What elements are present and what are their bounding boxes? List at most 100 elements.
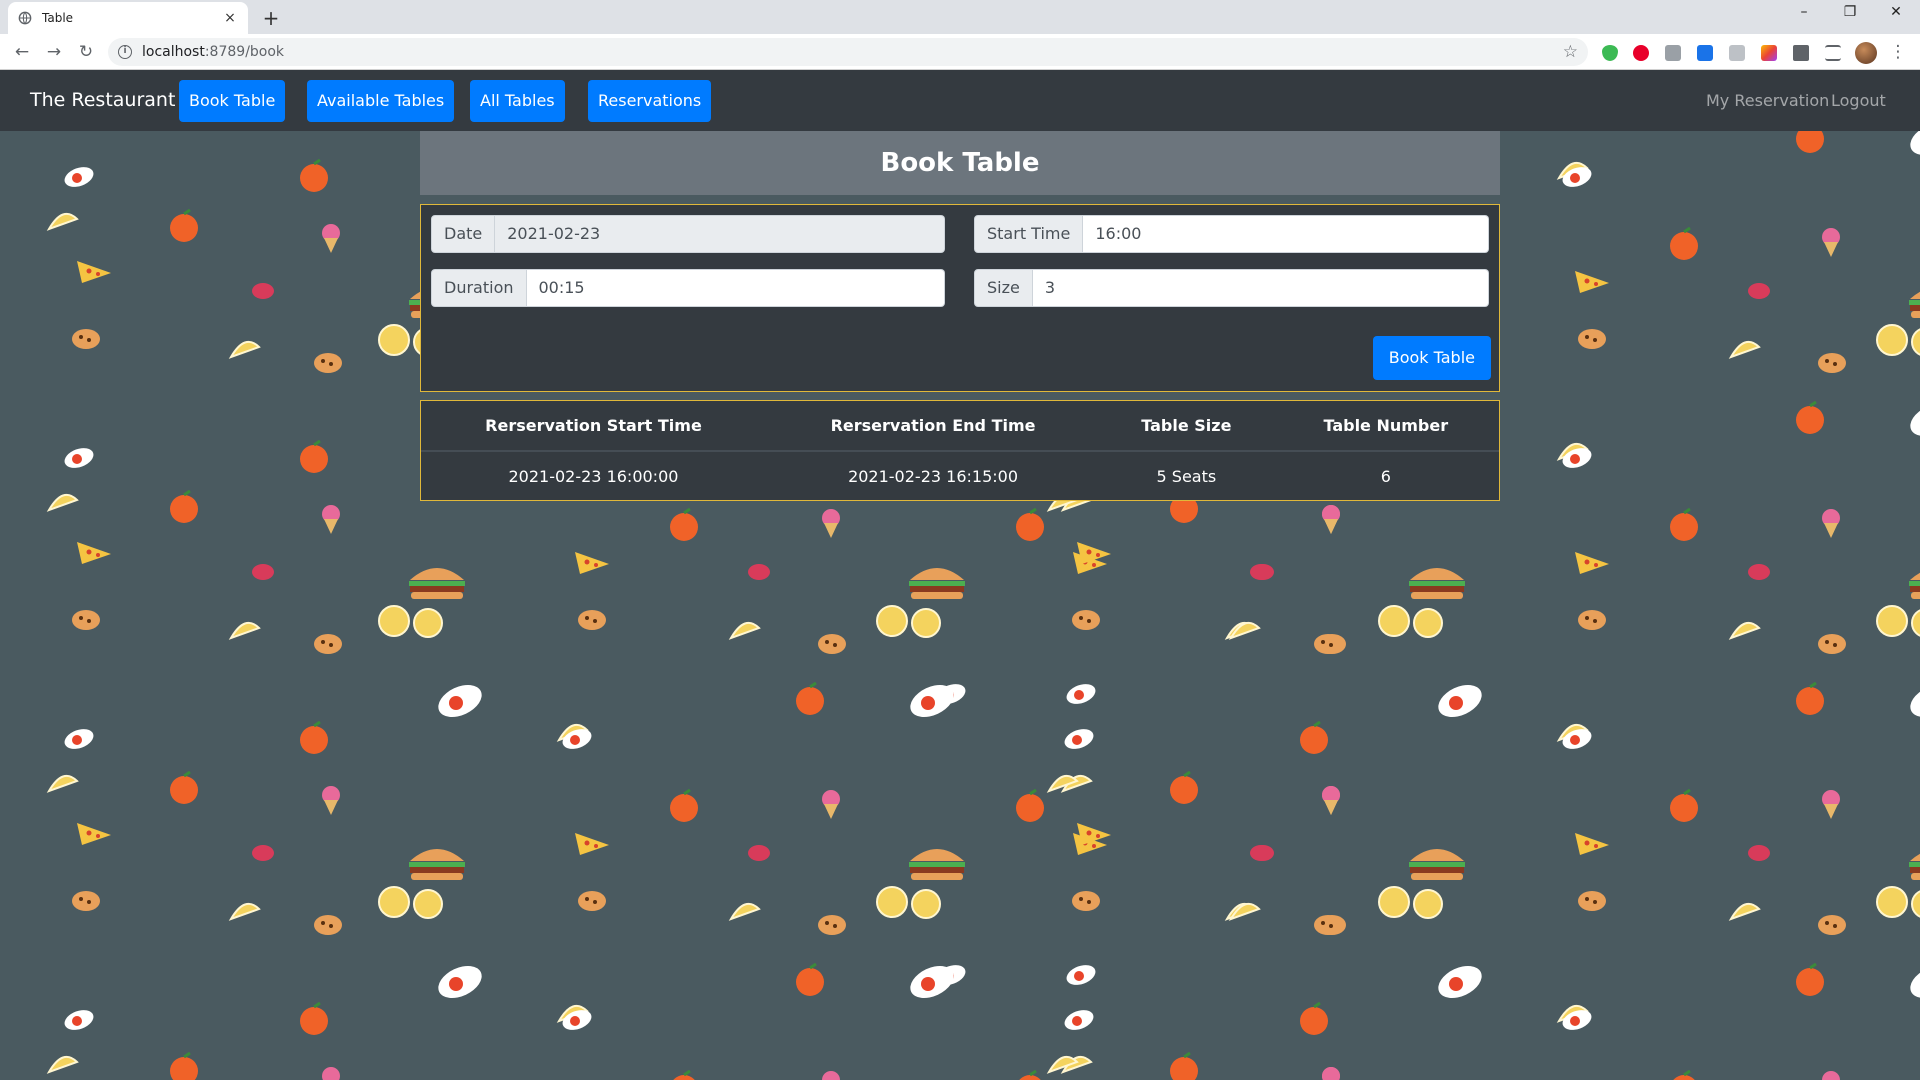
browser-tab[interactable]: Table × — [8, 2, 248, 34]
orange-food-icon — [664, 788, 704, 827]
forward-icon[interactable]: → — [42, 41, 66, 63]
lemon-food-icon — [1046, 1052, 1080, 1080]
reservations-table: Rerservation Start Time Rerservation End… — [421, 401, 1499, 500]
close-window-icon[interactable]: ✕ — [1876, 4, 1916, 20]
start-time-input[interactable]: 16:00 — [1083, 215, 1489, 253]
lemon-food-icon — [1728, 618, 1762, 648]
berry-food-icon — [250, 843, 276, 867]
orange-food-icon — [164, 489, 204, 528]
lemon-food-icon — [728, 899, 762, 929]
reservations-table-panel: Rerservation Start Time Rerservation End… — [420, 400, 1500, 501]
lemon-food-icon — [46, 209, 80, 239]
reload-icon[interactable]: ↻ — [74, 41, 98, 63]
lemon-food-icon — [46, 1052, 80, 1080]
berry-food-icon — [1746, 843, 1772, 867]
halves-food-icon — [374, 604, 450, 642]
address-bar[interactable]: i localhost:8789/book ☆ — [108, 38, 1588, 66]
orange-food-icon — [164, 1051, 204, 1080]
new-tab-icon[interactable]: + — [260, 6, 282, 30]
lemon-food-icon — [1228, 618, 1262, 648]
orange-food-icon — [1164, 770, 1204, 809]
window-icon[interactable] — [1697, 45, 1713, 61]
egg-food-icon — [62, 727, 96, 755]
avatar[interactable] — [1855, 42, 1877, 64]
pizza-food-icon — [1572, 548, 1612, 582]
cookie-food-icon — [312, 351, 344, 379]
cookie-food-icon — [1070, 608, 1102, 636]
back-icon[interactable]: ← — [10, 41, 34, 63]
icecream-food-icon — [318, 223, 344, 259]
restore-icon[interactable]: ❐ — [1830, 4, 1870, 20]
tab-title: Table — [42, 11, 74, 25]
egg-food-icon — [1560, 727, 1594, 755]
berry-food-icon — [1250, 562, 1276, 586]
icecream-food-icon — [318, 1066, 344, 1080]
shield-extension-icon[interactable] — [1602, 45, 1618, 61]
lemon-food-icon — [1046, 771, 1080, 801]
orange-food-icon — [1010, 1069, 1050, 1080]
print-icon[interactable] — [1665, 45, 1681, 61]
cookie-food-icon — [1576, 327, 1608, 355]
cookie-food-icon — [816, 913, 848, 941]
close-tab-icon[interactable]: × — [222, 10, 238, 26]
cookie-food-icon — [1070, 889, 1102, 917]
duration-field: Duration 00:15 — [431, 269, 945, 307]
orange-food-icon — [1790, 400, 1830, 439]
lemon-food-icon — [228, 337, 262, 367]
halves-food-icon — [1872, 885, 1920, 923]
start-time-label: Start Time — [974, 215, 1084, 253]
table-header-row: Rerservation Start Time Rerservation End… — [421, 401, 1499, 452]
nav-book-table-button[interactable]: Book Table — [179, 80, 286, 122]
icecream-food-icon — [318, 785, 344, 821]
egg-food-icon — [1560, 446, 1594, 474]
cookie-food-icon — [1312, 913, 1344, 941]
reader-icon[interactable] — [1729, 45, 1745, 61]
orange-food-icon — [1790, 962, 1830, 1001]
orange-food-icon — [1790, 131, 1830, 158]
my-reservation-link[interactable]: My Reservation — [1706, 70, 1829, 131]
egg-food-icon — [1062, 727, 1096, 755]
logout-link[interactable]: Logout — [1831, 70, 1886, 131]
minimize-icon[interactable]: – — [1784, 4, 1824, 20]
orange-food-icon — [294, 158, 334, 197]
menu-icon[interactable]: ⋮ — [1886, 41, 1910, 63]
book-table-submit-button[interactable]: Book Table — [1372, 336, 1491, 380]
bigegg-food-icon — [1434, 682, 1486, 724]
burger-food-icon — [906, 843, 968, 887]
burger-food-icon — [1406, 562, 1468, 606]
bigegg-food-icon — [434, 682, 486, 724]
size-field: Size 3 — [974, 269, 1489, 307]
nav-reservations-button[interactable]: Reservations — [588, 80, 712, 122]
orange-food-icon — [664, 507, 704, 546]
orange-food-icon — [1664, 1069, 1704, 1080]
playlist-icon[interactable] — [1825, 45, 1841, 61]
cookie-food-icon — [576, 889, 608, 917]
size-input[interactable]: 3 — [1032, 269, 1489, 307]
opera-icon[interactable] — [1633, 45, 1649, 61]
halves-food-icon — [1872, 604, 1920, 642]
date-field: Date 2021-02-23 — [431, 215, 945, 253]
nav-available-tables-button[interactable]: Available Tables — [307, 80, 455, 122]
burger-food-icon — [906, 562, 968, 606]
pizza-food-icon — [1572, 267, 1612, 301]
cookie-food-icon — [816, 632, 848, 660]
egg-food-icon — [62, 1008, 96, 1036]
egg-food-icon — [62, 165, 96, 193]
icecream-food-icon — [1318, 785, 1344, 821]
nav-all-tables-button[interactable]: All Tables — [470, 80, 565, 122]
burger-food-icon — [1906, 281, 1920, 325]
bigegg-food-icon — [1906, 131, 1920, 162]
burger-food-icon — [406, 562, 468, 606]
brand-title[interactable]: The Restaurant — [30, 70, 175, 131]
puzzle-extension-icon[interactable] — [1793, 45, 1809, 61]
orange-food-icon — [1294, 720, 1334, 759]
header-end-time: Rerservation End Time — [765, 401, 1101, 452]
date-input[interactable]: 2021-02-23 — [495, 215, 945, 253]
icecream-food-icon — [1818, 508, 1844, 544]
info-icon[interactable]: i — [118, 45, 132, 59]
colorful-extension-icon[interactable] — [1761, 45, 1777, 61]
bookmark-star-icon[interactable]: ☆ — [1563, 42, 1578, 62]
burger-food-icon — [406, 843, 468, 887]
duration-input[interactable]: 00:15 — [526, 269, 945, 307]
browser-tabstrip: Table × + – ❐ ✕ — [0, 0, 1920, 34]
